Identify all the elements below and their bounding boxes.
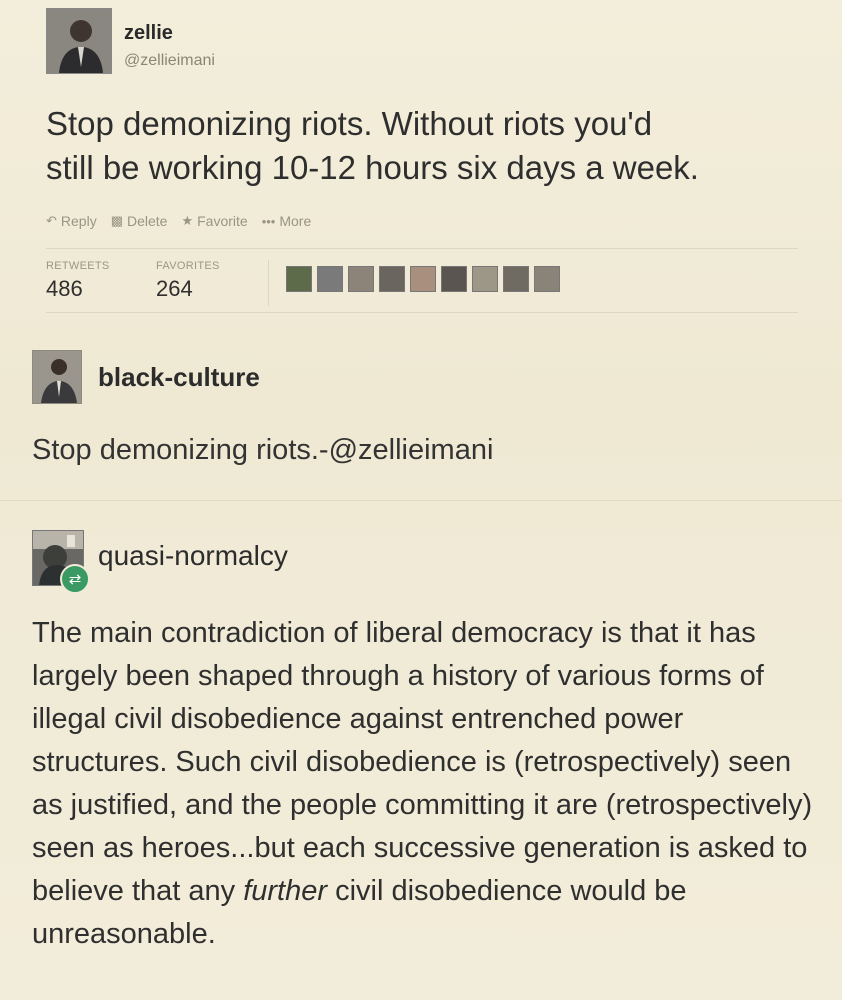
retweets-stat[interactable]: RETWEETS 486 (46, 260, 110, 302)
favoriter-avatar[interactable] (348, 266, 374, 292)
commentary-text-part-1: The main contradiction of liberal democr… (32, 617, 813, 907)
favoriter-avatar[interactable] (317, 266, 343, 292)
delete-label: Delete (127, 213, 168, 229)
tweet-text-line-2: still be working 10-12 hours six days a … (46, 149, 699, 186)
favoriter-avatar[interactable] (534, 266, 560, 292)
commentary-emphasis: further (243, 875, 328, 907)
tweet-text: Stop demonizing riots. Without riots you… (46, 102, 816, 190)
favoriter-avatar[interactable] (286, 266, 312, 292)
favorite-label: Favorite (197, 213, 248, 229)
zellie-avatar[interactable] (46, 8, 112, 74)
reply-button[interactable]: ↶ Reply (46, 213, 97, 229)
favoriter-avatar[interactable] (410, 266, 436, 292)
reblog-author-name[interactable]: quasi-normalcy (98, 540, 288, 572)
divider (46, 248, 798, 249)
reblog-author-name[interactable]: black-culture (98, 362, 260, 393)
favorite-button[interactable]: ★ Favorite (181, 213, 247, 229)
reblog-text: Stop demonizing riots.-@zellieimani (32, 434, 494, 466)
delete-button[interactable]: ▩ Delete (111, 213, 168, 229)
reblog-icon: ⇄ (60, 564, 90, 594)
reply-label: Reply (60, 213, 97, 229)
favoriters-avatars (286, 266, 560, 292)
divider (46, 312, 798, 313)
retweets-label: RETWEETS (46, 260, 110, 272)
trash-icon: ▩ (110, 213, 123, 228)
ellipsis-icon: ••• (261, 213, 276, 229)
more-button[interactable]: ••• More (262, 213, 312, 229)
favoriter-avatar[interactable] (441, 266, 467, 292)
tweet-author-handle[interactable]: @zellieimani (124, 52, 215, 70)
screenshot-frame: zellie @zellieimani Stop demonizing riot… (0, 0, 842, 1000)
divider (268, 260, 269, 306)
black-culture-avatar[interactable] (32, 350, 82, 404)
divider (0, 500, 842, 501)
favoriter-avatar[interactable] (472, 266, 498, 292)
star-icon: ★ (181, 213, 194, 228)
favorites-stat[interactable]: FAVORITES 264 (156, 260, 220, 302)
favoriter-avatar[interactable] (503, 266, 529, 292)
reply-icon: ↶ (46, 213, 57, 228)
favorites-count: 264 (156, 276, 193, 301)
favoriter-avatar[interactable] (379, 266, 405, 292)
tweet-actions: ↶ Reply ▩ Delete ★ Favorite ••• More (46, 213, 311, 229)
favorites-label: FAVORITES (156, 260, 220, 272)
more-label: More (279, 213, 312, 229)
reblog-commentary: The main contradiction of liberal democr… (32, 612, 822, 956)
retweets-count: 486 (46, 276, 83, 301)
tweet-text-line-1: Stop demonizing riots. Without riots you… (46, 105, 653, 142)
tweet-author-name[interactable]: zellie (124, 22, 173, 45)
